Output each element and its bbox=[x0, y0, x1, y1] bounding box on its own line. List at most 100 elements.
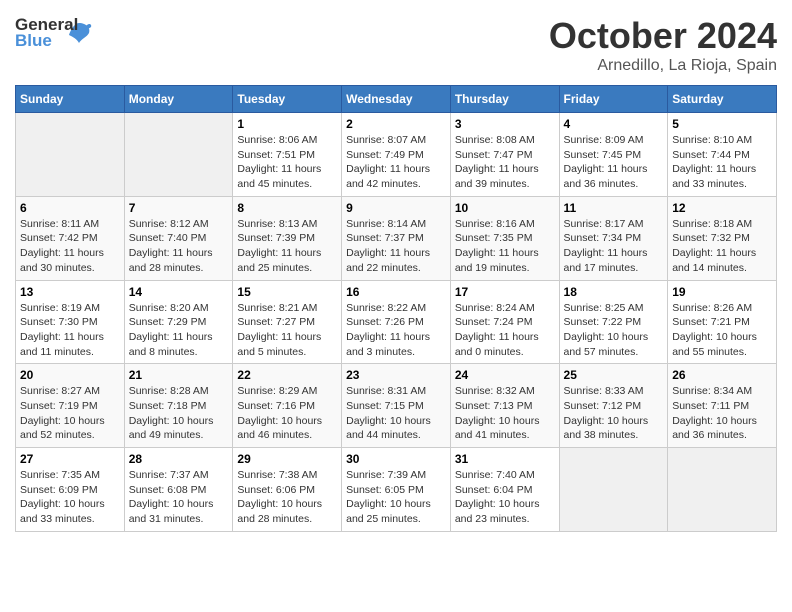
day-number: 11 bbox=[564, 201, 664, 215]
calendar-cell: 10 Sunrise: 8:16 AMSunset: 7:35 PMDayligh… bbox=[450, 196, 559, 280]
calendar-week-row: 6 Sunrise: 8:11 AMSunset: 7:42 PMDaylight… bbox=[16, 196, 777, 280]
calendar-cell bbox=[668, 448, 777, 532]
day-info: Sunrise: 8:22 AMSunset: 7:26 PMDaylight:… bbox=[346, 301, 446, 360]
day-number: 9 bbox=[346, 201, 446, 215]
calendar-header-wednesday: Wednesday bbox=[342, 86, 451, 113]
day-info: Sunrise: 8:28 AMSunset: 7:18 PMDaylight:… bbox=[129, 384, 229, 443]
calendar-cell: 21 Sunrise: 8:28 AMSunset: 7:18 PMDayligh… bbox=[124, 364, 233, 448]
day-info: Sunrise: 8:19 AMSunset: 7:30 PMDaylight:… bbox=[20, 301, 120, 360]
month-title: October 2024 bbox=[549, 15, 777, 57]
day-info: Sunrise: 8:16 AMSunset: 7:35 PMDaylight:… bbox=[455, 217, 555, 276]
day-info: Sunrise: 7:37 AMSunset: 6:08 PMDaylight:… bbox=[129, 468, 229, 527]
calendar-week-row: 27Sunrise: 7:35 AMSunset: 6:09 PMDayligh… bbox=[16, 448, 777, 532]
day-info: Sunrise: 7:40 AMSunset: 6:04 PMDaylight:… bbox=[455, 468, 555, 527]
calendar-cell: 17 Sunrise: 8:24 AMSunset: 7:24 PMDayligh… bbox=[450, 280, 559, 364]
calendar-header-tuesday: Tuesday bbox=[233, 86, 342, 113]
day-number: 8 bbox=[237, 201, 337, 215]
day-info: Sunrise: 8:14 AMSunset: 7:37 PMDaylight:… bbox=[346, 217, 446, 276]
day-number: 17 bbox=[455, 285, 555, 299]
day-info: Sunrise: 8:07 AMSunset: 7:49 PMDaylight:… bbox=[346, 133, 446, 192]
day-info: Sunrise: 8:17 AMSunset: 7:34 PMDaylight:… bbox=[564, 217, 664, 276]
day-number: 10 bbox=[455, 201, 555, 215]
calendar-cell: 30 Sunrise: 7:39 AMSunset: 6:05 PMDayligh… bbox=[342, 448, 451, 532]
day-info: Sunrise: 8:34 AMSunset: 7:11 PMDaylight:… bbox=[672, 384, 772, 443]
day-info: Sunrise: 8:08 AMSunset: 7:47 PMDaylight:… bbox=[455, 133, 555, 192]
calendar-cell: 15 Sunrise: 8:21 AMSunset: 7:27 PMDayligh… bbox=[233, 280, 342, 364]
day-number: 25 bbox=[564, 368, 664, 382]
calendar-week-row: 13 Sunrise: 8:19 AMSunset: 7:30 PMDayligh… bbox=[16, 280, 777, 364]
calendar-header-sunday: Sunday bbox=[16, 86, 125, 113]
day-number: 13 bbox=[20, 285, 120, 299]
calendar-header-saturday: Saturday bbox=[668, 86, 777, 113]
calendar-cell: 2 Sunrise: 8:07 AMSunset: 7:49 PMDaylight… bbox=[342, 113, 451, 197]
day-info: Sunrise: 8:12 AMSunset: 7:40 PMDaylight:… bbox=[129, 217, 229, 276]
day-info: Sunrise: 8:32 AMSunset: 7:13 PMDaylight:… bbox=[455, 384, 555, 443]
day-info: Sunrise: 8:29 AMSunset: 7:16 PMDaylight:… bbox=[237, 384, 337, 443]
day-info: Sunrise: 8:10 AMSunset: 7:44 PMDaylight:… bbox=[672, 133, 772, 192]
day-number: 1 bbox=[237, 117, 337, 131]
day-number: 7 bbox=[129, 201, 229, 215]
calendar-cell: 24 Sunrise: 8:32 AMSunset: 7:13 PMDayligh… bbox=[450, 364, 559, 448]
day-number: 19 bbox=[672, 285, 772, 299]
day-info: Sunrise: 8:27 AMSunset: 7:19 PMDaylight:… bbox=[20, 384, 120, 443]
day-info: Sunrise: 7:38 AMSunset: 6:06 PMDaylight:… bbox=[237, 468, 337, 527]
day-info: Sunrise: 8:31 AMSunset: 7:15 PMDaylight:… bbox=[346, 384, 446, 443]
calendar-cell bbox=[16, 113, 125, 197]
day-number: 16 bbox=[346, 285, 446, 299]
calendar-week-row: 20 Sunrise: 8:27 AMSunset: 7:19 PMDayligh… bbox=[16, 364, 777, 448]
day-number: 12 bbox=[672, 201, 772, 215]
day-number: 2 bbox=[346, 117, 446, 131]
calendar-cell bbox=[559, 448, 668, 532]
day-number: 31 bbox=[455, 452, 555, 466]
calendar-cell: 26 Sunrise: 8:34 AMSunset: 7:11 PMDayligh… bbox=[668, 364, 777, 448]
day-number: 6 bbox=[20, 201, 120, 215]
calendar-cell: 9 Sunrise: 8:14 AMSunset: 7:37 PMDaylight… bbox=[342, 196, 451, 280]
day-info: Sunrise: 8:21 AMSunset: 7:27 PMDaylight:… bbox=[237, 301, 337, 360]
day-number: 21 bbox=[129, 368, 229, 382]
calendar-table: SundayMondayTuesdayWednesdayThursdayFrid… bbox=[15, 85, 777, 532]
day-info: Sunrise: 8:11 AMSunset: 7:42 PMDaylight:… bbox=[20, 217, 120, 276]
calendar-cell: 28Sunrise: 7:37 AMSunset: 6:08 PMDayligh… bbox=[124, 448, 233, 532]
day-number: 30 bbox=[346, 452, 446, 466]
day-number: 4 bbox=[564, 117, 664, 131]
calendar-header-monday: Monday bbox=[124, 86, 233, 113]
title-block: October 2024 Arnedillo, La Rioja, Spain bbox=[549, 15, 777, 75]
calendar-cell: 22 Sunrise: 8:29 AMSunset: 7:16 PMDayligh… bbox=[233, 364, 342, 448]
day-number: 14 bbox=[129, 285, 229, 299]
calendar-week-row: 1 Sunrise: 8:06 AMSunset: 7:51 PMDaylight… bbox=[16, 113, 777, 197]
logo-blue: Blue bbox=[15, 31, 52, 51]
day-number: 24 bbox=[455, 368, 555, 382]
calendar-cell: 8 Sunrise: 8:13 AMSunset: 7:39 PMDaylight… bbox=[233, 196, 342, 280]
calendar-cell: 13 Sunrise: 8:19 AMSunset: 7:30 PMDayligh… bbox=[16, 280, 125, 364]
day-number: 23 bbox=[346, 368, 446, 382]
calendar-cell: 20 Sunrise: 8:27 AMSunset: 7:19 PMDayligh… bbox=[16, 364, 125, 448]
day-number: 5 bbox=[672, 117, 772, 131]
page-header: General Blue October 2024 Arnedillo, La … bbox=[15, 15, 777, 75]
calendar-cell: 19Sunrise: 8:26 AMSunset: 7:21 PMDayligh… bbox=[668, 280, 777, 364]
calendar-cell: 25 Sunrise: 8:33 AMSunset: 7:12 PMDayligh… bbox=[559, 364, 668, 448]
day-number: 22 bbox=[237, 368, 337, 382]
logo: General Blue bbox=[15, 15, 93, 51]
day-info: Sunrise: 7:35 AMSunset: 6:09 PMDaylight:… bbox=[20, 468, 120, 527]
calendar-cell: 3Sunrise: 8:08 AMSunset: 7:47 PMDaylight… bbox=[450, 113, 559, 197]
day-info: Sunrise: 8:20 AMSunset: 7:29 PMDaylight:… bbox=[129, 301, 229, 360]
calendar-cell: 5 Sunrise: 8:10 AMSunset: 7:44 PMDaylight… bbox=[668, 113, 777, 197]
calendar-cell: 12 Sunrise: 8:18 AMSunset: 7:32 PMDayligh… bbox=[668, 196, 777, 280]
day-number: 15 bbox=[237, 285, 337, 299]
day-number: 18 bbox=[564, 285, 664, 299]
calendar-header-row: SundayMondayTuesdayWednesdayThursdayFrid… bbox=[16, 86, 777, 113]
calendar-cell: 16 Sunrise: 8:22 AMSunset: 7:26 PMDayligh… bbox=[342, 280, 451, 364]
calendar-cell: 29Sunrise: 7:38 AMSunset: 6:06 PMDayligh… bbox=[233, 448, 342, 532]
day-info: Sunrise: 8:18 AMSunset: 7:32 PMDaylight:… bbox=[672, 217, 772, 276]
calendar-header-thursday: Thursday bbox=[450, 86, 559, 113]
day-info: Sunrise: 8:33 AMSunset: 7:12 PMDaylight:… bbox=[564, 384, 664, 443]
day-info: Sunrise: 7:39 AMSunset: 6:05 PMDaylight:… bbox=[346, 468, 446, 527]
day-info: Sunrise: 8:25 AMSunset: 7:22 PMDaylight:… bbox=[564, 301, 664, 360]
day-info: Sunrise: 8:24 AMSunset: 7:24 PMDaylight:… bbox=[455, 301, 555, 360]
calendar-cell: 4Sunrise: 8:09 AMSunset: 7:45 PMDaylight… bbox=[559, 113, 668, 197]
calendar-header-friday: Friday bbox=[559, 86, 668, 113]
day-number: 20 bbox=[20, 368, 120, 382]
day-number: 26 bbox=[672, 368, 772, 382]
day-info: Sunrise: 8:13 AMSunset: 7:39 PMDaylight:… bbox=[237, 217, 337, 276]
day-info: Sunrise: 8:06 AMSunset: 7:51 PMDaylight:… bbox=[237, 133, 337, 192]
